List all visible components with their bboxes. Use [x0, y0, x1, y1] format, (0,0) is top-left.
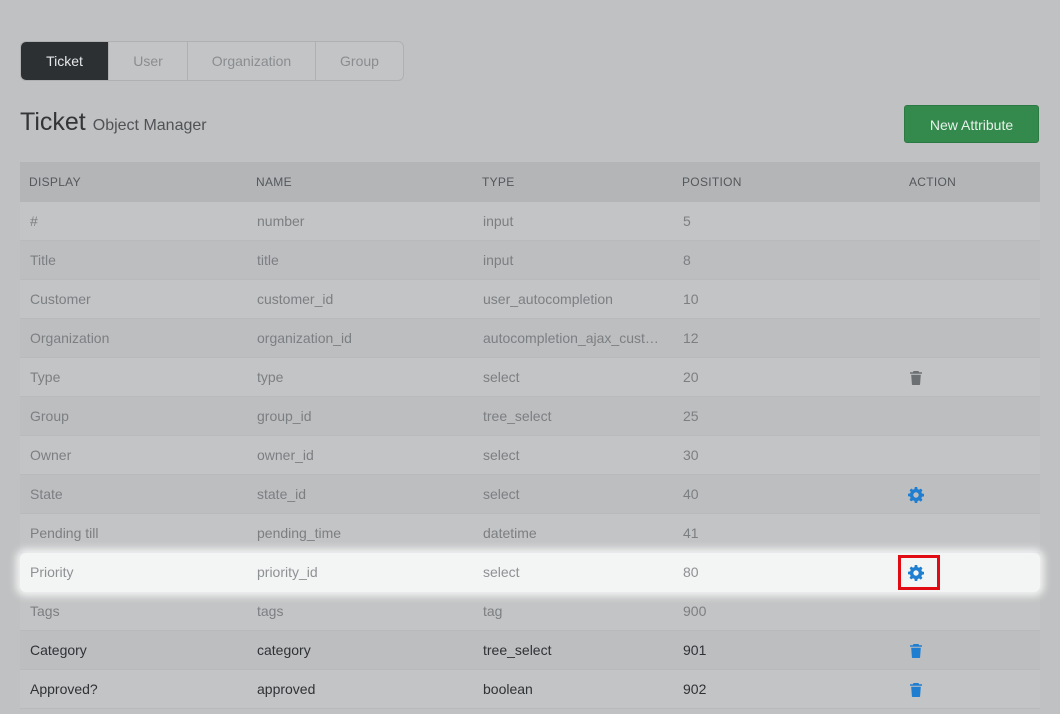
- table-row[interactable]: # number input 5: [20, 202, 1040, 241]
- column-header-position: POSITION: [682, 175, 742, 189]
- new-attribute-button[interactable]: New Attribute: [904, 105, 1039, 143]
- cell-position: 5: [683, 213, 691, 229]
- cell-display: Tags: [30, 603, 60, 619]
- page-title-main: Ticket: [20, 108, 86, 136]
- cell-name: organization_id: [257, 330, 352, 346]
- tab-organization[interactable]: Organization: [187, 42, 315, 80]
- cell-position: 12: [683, 330, 699, 346]
- table-row[interactable]: Title title input 8: [20, 241, 1040, 280]
- cell-position: 30: [683, 447, 699, 463]
- cell-display: Customer: [30, 291, 91, 307]
- cell-type: input: [483, 213, 514, 229]
- column-header-name: NAME: [256, 175, 292, 189]
- table-row[interactable]: State state_id select 40: [20, 475, 1040, 514]
- tab-group[interactable]: Group: [315, 42, 403, 80]
- cell-name: group_id: [257, 408, 312, 424]
- cell-display: Priority: [30, 564, 74, 580]
- column-header-display: DISPLAY: [29, 175, 81, 189]
- cell-type: user_autocompletion: [483, 291, 613, 307]
- table-row[interactable]: Organization organization_id autocompletio…: [20, 319, 1040, 358]
- cell-position: 8: [683, 252, 691, 268]
- cell-display: Category: [30, 642, 87, 658]
- cell-name: number: [257, 213, 305, 229]
- table-body: # number input 5 Title title input 8 Customer cus…: [20, 202, 1040, 709]
- cell-display: Group: [30, 408, 69, 424]
- cell-position: 40: [683, 486, 699, 502]
- cell-display: #: [30, 213, 38, 229]
- table-header: DISPLAY NAME TYPE POSITION ACTION: [20, 162, 1040, 202]
- cell-display: State: [30, 486, 63, 502]
- column-header-type: TYPE: [482, 175, 515, 189]
- cell-name: tags: [257, 603, 284, 619]
- trash-icon[interactable]: [908, 370, 924, 386]
- cell-name: title: [257, 252, 279, 268]
- cell-position: 25: [683, 408, 699, 424]
- cell-name: approved: [257, 681, 316, 697]
- table-row[interactable]: Customer customer_id user_autocompletion 10: [20, 280, 1040, 319]
- table-row[interactable]: Category category tree_select 901: [20, 631, 1040, 670]
- cell-name: customer_id: [257, 291, 334, 307]
- cell-position: 901: [683, 642, 707, 658]
- cell-type: autocompletion_ajax_customer_organizatio…: [483, 330, 673, 346]
- object-tabs: Ticket User Organization Group: [20, 41, 404, 81]
- table-row[interactable]: Group group_id tree_select 25: [20, 397, 1040, 436]
- highlight-box: [898, 555, 940, 590]
- cell-display: Pending till: [30, 525, 99, 541]
- trash-icon[interactable]: [908, 682, 924, 698]
- cell-display: Organization: [30, 330, 110, 346]
- cell-position: 10: [683, 291, 699, 307]
- cell-position: 900: [683, 603, 707, 619]
- attributes-table: DISPLAY NAME TYPE POSITION ACTION # numbe…: [20, 162, 1040, 709]
- cell-type: boolean: [483, 681, 533, 697]
- cell-type: tag: [483, 603, 503, 619]
- cell-type: tree_select: [483, 408, 552, 424]
- cell-type: tree_select: [483, 642, 552, 658]
- table-row[interactable]: Type type select 20: [20, 358, 1040, 397]
- cell-type: select: [483, 564, 520, 580]
- cell-display: Type: [30, 369, 61, 385]
- cell-name: priority_id: [257, 564, 318, 580]
- cell-type: select: [483, 486, 520, 502]
- cell-position: 902: [683, 681, 707, 697]
- table-row[interactable]: Approved? approved boolean 902: [20, 670, 1040, 709]
- table-row[interactable]: Pending till pending_time datetime 41: [20, 514, 1040, 553]
- cell-type: input: [483, 252, 514, 268]
- cell-display: Owner: [30, 447, 72, 463]
- cell-name: owner_id: [257, 447, 314, 463]
- tab-user[interactable]: User: [108, 42, 187, 80]
- column-header-action: ACTION: [909, 175, 957, 189]
- cell-name: type: [257, 369, 284, 385]
- table-row[interactable]: Owner owner_id select 30: [20, 436, 1040, 475]
- cell-type: select: [483, 369, 520, 385]
- cell-position: 80: [683, 564, 699, 580]
- tab-ticket[interactable]: Ticket: [21, 42, 108, 80]
- page-title-subtitle: Object Manager: [92, 117, 207, 134]
- table-row[interactable]: Tags tags tag 900: [20, 592, 1040, 631]
- table-row[interactable]: Priority priority_id select 80: [20, 553, 1040, 592]
- trash-icon[interactable]: [908, 643, 924, 659]
- cell-type: select: [483, 447, 520, 463]
- cell-name: category: [257, 642, 311, 658]
- cell-type: datetime: [483, 525, 537, 541]
- cell-name: pending_time: [257, 525, 342, 541]
- cell-name: state_id: [257, 486, 307, 502]
- cell-position: 20: [683, 369, 699, 385]
- cell-display: Title: [30, 252, 56, 268]
- cell-position: 41: [683, 525, 699, 541]
- gear-icon[interactable]: [908, 487, 924, 503]
- cell-display: Approved?: [30, 681, 98, 697]
- page-title: Ticket Object Manager: [20, 108, 207, 144]
